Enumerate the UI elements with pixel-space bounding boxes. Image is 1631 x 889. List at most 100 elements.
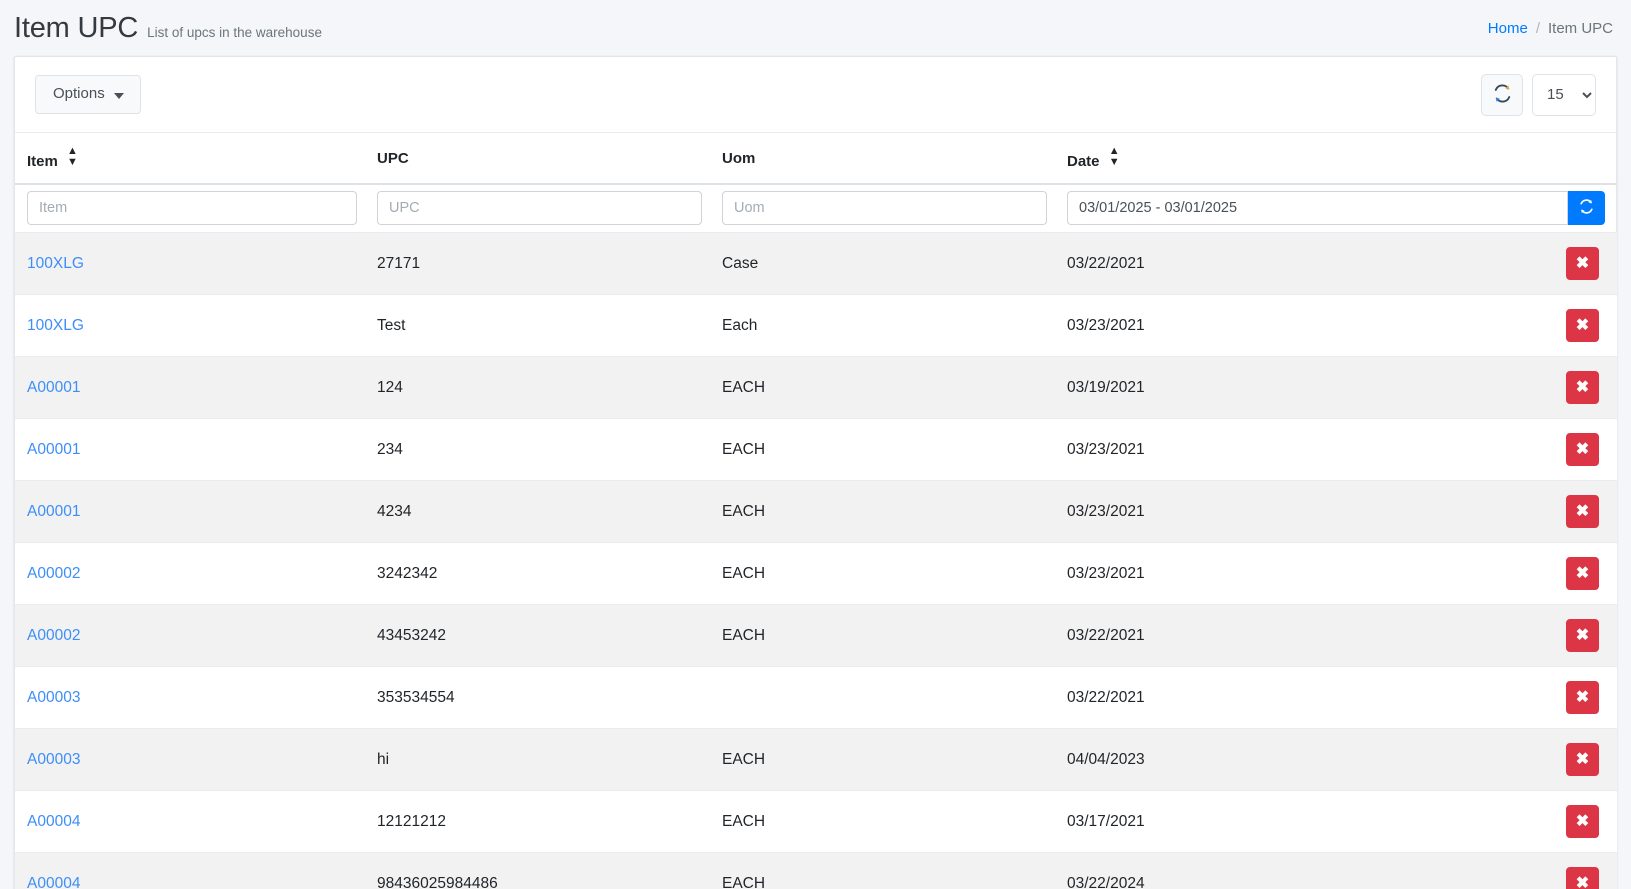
close-x-icon: ✖ bbox=[1576, 814, 1589, 830]
item-link[interactable]: A00004 bbox=[27, 813, 80, 830]
options-button-label: Options bbox=[53, 86, 105, 103]
toolbar-left: Options bbox=[35, 75, 141, 114]
delete-row-button[interactable]: ✖ bbox=[1566, 805, 1599, 838]
cell-upc: Test bbox=[365, 295, 710, 357]
cell-actions: ✖ bbox=[1475, 481, 1617, 543]
delete-row-button[interactable]: ✖ bbox=[1566, 681, 1599, 714]
filter-input-upc[interactable] bbox=[377, 191, 702, 225]
table-row[interactable]: A0000498436025984486EACH03/22/2024✖ bbox=[15, 853, 1617, 889]
table-row[interactable]: 100XLGTestEach03/23/2021✖ bbox=[15, 295, 1617, 357]
cell-actions: ✖ bbox=[1475, 791, 1617, 853]
item-link[interactable]: A00002 bbox=[27, 565, 80, 582]
sort-updown-icon[interactable]: ▲▼ bbox=[67, 146, 78, 168]
cell-actions: ✖ bbox=[1475, 667, 1617, 729]
table-row[interactable]: A00001124EACH03/19/2021✖ bbox=[15, 357, 1617, 419]
item-link[interactable]: A00002 bbox=[27, 627, 80, 644]
delete-row-button[interactable]: ✖ bbox=[1566, 743, 1599, 776]
page-title: Item UPC bbox=[14, 14, 138, 43]
cell-date: 03/22/2021 bbox=[1055, 233, 1475, 295]
table-body: 100XLG27171Case03/22/2021✖100XLGTestEach… bbox=[15, 233, 1617, 889]
delete-row-button[interactable]: ✖ bbox=[1566, 495, 1599, 528]
item-link[interactable]: A00001 bbox=[27, 379, 80, 396]
table-row[interactable]: 100XLG27171Case03/22/2021✖ bbox=[15, 233, 1617, 295]
cell-actions: ✖ bbox=[1475, 419, 1617, 481]
breadcrumb-item-home[interactable]: Home bbox=[1488, 20, 1528, 37]
delete-row-button[interactable]: ✖ bbox=[1566, 433, 1599, 466]
table-row[interactable]: A0000412121212EACH03/17/2021✖ bbox=[15, 791, 1617, 853]
delete-row-button[interactable]: ✖ bbox=[1566, 557, 1599, 590]
cell-item: 100XLG bbox=[15, 295, 365, 357]
filter-input-uom[interactable] bbox=[722, 191, 1047, 225]
delete-row-button[interactable]: ✖ bbox=[1566, 619, 1599, 652]
column-header-date-label: Date bbox=[1067, 153, 1100, 170]
column-header-uom[interactable]: Uom bbox=[710, 133, 1055, 184]
column-header-date[interactable]: Date ▲▼ bbox=[1055, 133, 1475, 184]
item-link[interactable]: A00001 bbox=[27, 441, 80, 458]
cell-upc: 353534554 bbox=[365, 667, 710, 729]
cell-actions: ✖ bbox=[1475, 357, 1617, 419]
cell-upc: 234 bbox=[365, 419, 710, 481]
cell-uom: EACH bbox=[710, 543, 1055, 605]
cell-date: 03/19/2021 bbox=[1055, 357, 1475, 419]
item-link[interactable]: A00003 bbox=[27, 751, 80, 768]
item-upc-table: Item ▲▼ UPC Uom Date ▲▼ bbox=[15, 133, 1617, 889]
cell-upc: 27171 bbox=[365, 233, 710, 295]
filter-input-date-range[interactable] bbox=[1067, 191, 1568, 225]
delete-row-button[interactable]: ✖ bbox=[1566, 309, 1599, 342]
table-row[interactable]: A000023242342EACH03/23/2021✖ bbox=[15, 543, 1617, 605]
cell-date: 03/23/2021 bbox=[1055, 481, 1475, 543]
card-wrap: Options 152550100 bbox=[0, 56, 1631, 889]
item-link[interactable]: A00001 bbox=[27, 503, 80, 520]
breadcrumb-item-current: Item UPC bbox=[1548, 20, 1613, 37]
close-x-icon: ✖ bbox=[1576, 876, 1589, 889]
close-x-icon: ✖ bbox=[1576, 442, 1589, 458]
filter-input-item[interactable] bbox=[27, 191, 357, 225]
cell-actions: ✖ bbox=[1475, 295, 1617, 357]
date-refresh-button[interactable] bbox=[1568, 191, 1605, 225]
cell-upc: hi bbox=[365, 729, 710, 791]
cell-item: A00004 bbox=[15, 853, 365, 889]
column-header-item[interactable]: Item ▲▼ bbox=[15, 133, 365, 184]
filter-cell-upc bbox=[365, 184, 710, 233]
item-link[interactable]: A00003 bbox=[27, 689, 80, 706]
refresh-icon bbox=[1493, 84, 1512, 106]
item-link[interactable]: 100XLG bbox=[27, 317, 84, 334]
cell-actions: ✖ bbox=[1475, 729, 1617, 791]
page-subtitle: List of upcs in the warehouse bbox=[147, 26, 322, 40]
options-dropdown-button[interactable]: Options bbox=[35, 75, 141, 114]
refresh-icon bbox=[1579, 199, 1594, 217]
refresh-button[interactable] bbox=[1481, 74, 1523, 116]
table-row[interactable]: A00001234EACH03/23/2021✖ bbox=[15, 419, 1617, 481]
table-filter-row bbox=[15, 184, 1617, 233]
column-header-upc-label: UPC bbox=[377, 150, 409, 167]
table-row[interactable]: A00003hiEACH04/04/2023✖ bbox=[15, 729, 1617, 791]
page-size-select[interactable]: 152550100 bbox=[1532, 74, 1596, 116]
delete-row-button[interactable]: ✖ bbox=[1566, 247, 1599, 280]
table-head: Item ▲▼ UPC Uom Date ▲▼ bbox=[15, 133, 1617, 184]
cell-actions: ✖ bbox=[1475, 605, 1617, 667]
cell-item: A00001 bbox=[15, 419, 365, 481]
cell-item: A00002 bbox=[15, 605, 365, 667]
column-header-upc[interactable]: UPC bbox=[365, 133, 710, 184]
cell-item: 100XLG bbox=[15, 233, 365, 295]
delete-row-button[interactable]: ✖ bbox=[1566, 867, 1599, 889]
close-x-icon: ✖ bbox=[1576, 628, 1589, 644]
column-header-actions bbox=[1475, 133, 1617, 184]
cell-uom: EACH bbox=[710, 729, 1055, 791]
cell-item: A00003 bbox=[15, 729, 365, 791]
cell-upc: 4234 bbox=[365, 481, 710, 543]
table-row[interactable]: A000014234EACH03/23/2021✖ bbox=[15, 481, 1617, 543]
card-header-toolbar: Options 152550100 bbox=[15, 57, 1616, 133]
table-row[interactable]: A00003 353534554 03/22/2021 ✖ bbox=[15, 667, 1617, 729]
cell-upc: 3242342 bbox=[365, 543, 710, 605]
item-link[interactable]: A00004 bbox=[27, 875, 80, 889]
table-row[interactable]: A0000243453242EACH03/22/2021✖ bbox=[15, 605, 1617, 667]
delete-row-button[interactable]: ✖ bbox=[1566, 371, 1599, 404]
filter-cell-item bbox=[15, 184, 365, 233]
cell-upc: 12121212 bbox=[365, 791, 710, 853]
close-x-icon: ✖ bbox=[1576, 318, 1589, 334]
sort-updown-icon[interactable]: ▲▼ bbox=[1109, 146, 1120, 168]
cell-date: 03/22/2021 bbox=[1055, 667, 1475, 729]
column-header-uom-label: Uom bbox=[722, 150, 755, 167]
item-link[interactable]: 100XLG bbox=[27, 255, 84, 272]
